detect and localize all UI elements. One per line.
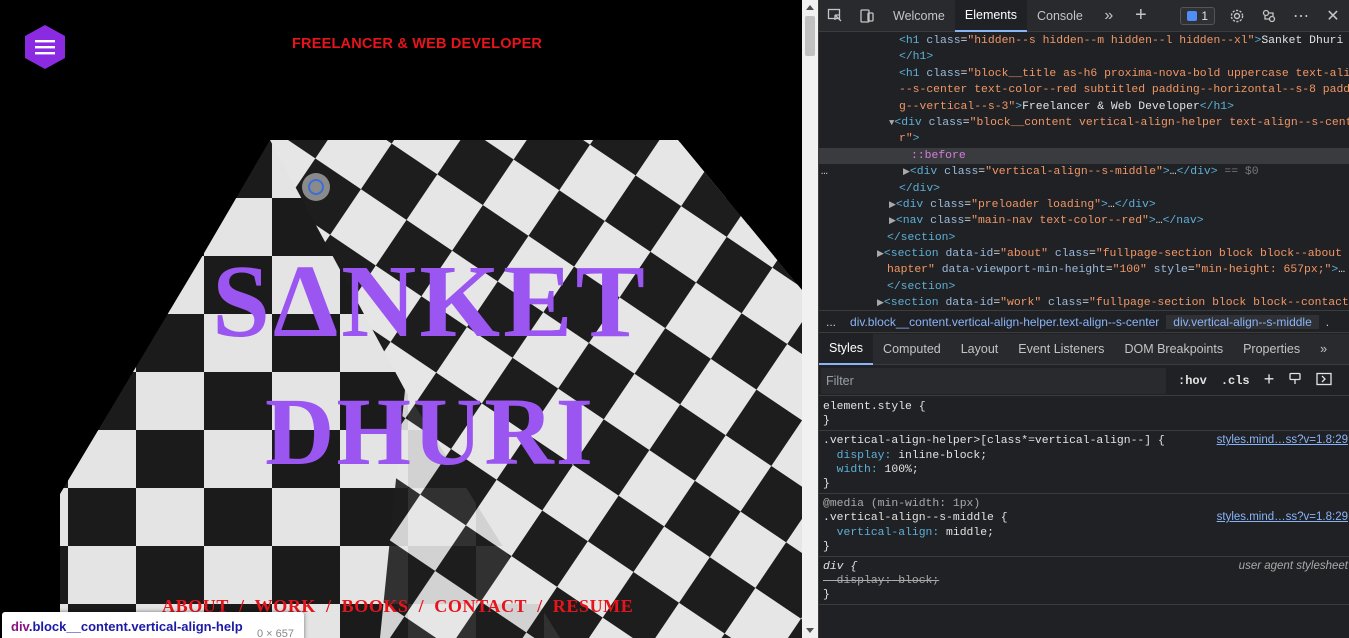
settings-icon[interactable]: [1221, 0, 1253, 32]
style-declaration[interactable]: display: inline-block;: [823, 449, 1346, 463]
dom-tree: <h1 class="hidden--s hidden--m hidden--l…: [819, 33, 1349, 310]
media-query: @media (min-width: 1px): [823, 498, 981, 511]
remote-icon[interactable]: [1253, 0, 1285, 32]
tooltip-class: .block__content.vertical-align-help: [28, 619, 243, 634]
tab-styles[interactable]: Styles: [819, 333, 874, 365]
hamburger-icon: [25, 25, 65, 69]
issues-count: 1: [1201, 9, 1208, 23]
page-scrollbar[interactable]: [802, 0, 818, 638]
style-rule[interactable]: element.style {}: [819, 397, 1349, 432]
rule-selector[interactable]: element.style {: [823, 400, 1346, 414]
more-menu-icon[interactable]: ⋯: [1285, 0, 1317, 32]
more-sub-tabs-icon[interactable]: »: [1310, 334, 1337, 365]
dom-node-line[interactable]: hapter" data-viewport-min-height="100" s…: [819, 262, 1349, 278]
style-declaration[interactable]: }: [823, 477, 1346, 491]
class-toggle[interactable]: .cls: [1221, 374, 1250, 388]
dom-node-line[interactable]: <h1 class="hidden--s hidden--m hidden--l…: [819, 33, 1349, 49]
tab-console[interactable]: Console: [1027, 0, 1093, 32]
tab-dom-breakpoints[interactable]: DOM Breakpoints: [1114, 334, 1233, 365]
dom-node-line[interactable]: ▶<div class="vertical-align--s-middle">……: [819, 164, 1349, 180]
style-rule[interactable]: div {user agent stylesheet display: bloc…: [819, 557, 1349, 606]
tab-computed[interactable]: Computed: [873, 334, 951, 365]
dom-node-line[interactable]: ::before: [819, 147, 1349, 165]
style-rule[interactable]: @media (min-width: 1px) .vertical-align--…: [819, 494, 1349, 557]
breadcrumb-more[interactable]: .: [1319, 315, 1336, 329]
tab-event-listeners[interactable]: Event Listeners: [1008, 334, 1114, 365]
name-line-1: SΔNKET: [212, 244, 648, 359]
style-declaration[interactable]: }: [823, 588, 1346, 602]
tooltip-tag: div: [11, 619, 29, 634]
dom-node-line[interactable]: ▶<nav class="main-nav text-color--red">……: [819, 213, 1349, 229]
tab-welcome[interactable]: Welcome: [883, 0, 955, 32]
dom-node-line[interactable]: r">: [819, 131, 1349, 147]
dom-node-line[interactable]: </h1>: [819, 49, 1349, 65]
style-declaration[interactable]: display: block;: [823, 574, 1346, 588]
tab-properties[interactable]: Properties: [1233, 334, 1310, 365]
style-declaration[interactable]: }: [823, 540, 1346, 554]
device-toggle-icon[interactable]: [851, 0, 883, 32]
dom-node-line[interactable]: ▼<div class="block__content vertical-ali…: [819, 115, 1349, 131]
breadcrumb-more[interactable]: ...: [819, 315, 843, 329]
styles-filter-input[interactable]: Filter: [821, 367, 1166, 394]
more-tabs-icon[interactable]: »: [1093, 0, 1125, 32]
breadcrumb-item[interactable]: div.block__content.vertical-align-helper…: [843, 315, 1166, 329]
scroll-down-icon[interactable]: [806, 628, 814, 633]
styles-pane: element.style {} .vertical-align-helper>[…: [819, 397, 1349, 638]
issues-badge[interactable]: 1: [1180, 7, 1215, 25]
rule-source-link[interactable]: styles.mind…ss?v=1.8:29: [1217, 511, 1348, 523]
node-actions-icon[interactable]: …: [821, 164, 828, 180]
nav-separator: /: [537, 596, 543, 616]
style-rule[interactable]: .vertical-align-helper>[class*=vertical-…: [819, 431, 1349, 495]
dom-node-line[interactable]: </div>: [819, 181, 1349, 197]
inspect-icon[interactable]: [819, 0, 851, 32]
loader-icon: [302, 173, 330, 201]
dom-node-line[interactable]: g--vertical--s-3">Freelancer & Web Devel…: [819, 99, 1349, 115]
scroll-thumb[interactable]: [805, 16, 815, 56]
dom-node-line[interactable]: ▶<section data-id="about" class="fullpag…: [819, 246, 1349, 262]
rule-source-label: user agent stylesheet: [1238, 559, 1348, 572]
style-declaration[interactable]: vertical-align: middle;: [823, 526, 1346, 540]
page-viewport: FREELANCER & WEB DEVELOPER SΔNKET DHURI …: [0, 0, 802, 638]
dom-node-line[interactable]: ▶<section data-id="work" class="fullpage…: [819, 295, 1349, 310]
tab-layout[interactable]: Layout: [951, 334, 1009, 365]
tab-elements[interactable]: Elements: [954, 0, 1027, 32]
dom-node-line[interactable]: --s-center text-color--red subtitled pad…: [819, 82, 1349, 98]
nav-books[interactable]: BOOKS: [342, 596, 409, 617]
nav-separator: /: [326, 596, 332, 616]
nav-contact[interactable]: CONTACT: [434, 596, 527, 617]
dom-node-line[interactable]: ▶<div class="preloader loading">…</div>: [819, 197, 1349, 213]
breadcrumb-item-current[interactable]: div.vertical-align--s-middle: [1166, 314, 1319, 329]
tooltip-size: 0 × 657: [256, 628, 294, 638]
sidebar-tabs: Styles Computed Layout Event Listeners D…: [819, 333, 1349, 365]
sidebar-toggle-icon[interactable]: [1316, 372, 1333, 390]
dom-node-line[interactable]: <h1 class="block__title as-h6 proxima-no…: [819, 66, 1349, 82]
devtools-panel: Welcome Elements Console » + 1 ⋯ ✕ <h1 c…: [818, 0, 1349, 638]
inspect-tooltip: div.block__content.vertical-align-help 0…: [2, 612, 304, 638]
hover-state-toggle[interactable]: :hov: [1178, 374, 1207, 388]
subtitle-heading: FREELANCER & WEB DEVELOPER: [292, 36, 543, 52]
styles-filter-bar: Filter :hov .cls +: [819, 366, 1349, 396]
name-line-2: DHURI: [264, 378, 595, 485]
style-declaration[interactable]: width: 100%;: [823, 463, 1346, 477]
new-tab-icon[interactable]: +: [1125, 0, 1157, 32]
scroll-up-icon[interactable]: [806, 5, 814, 10]
nav-separator: /: [418, 596, 425, 616]
rule-source-link[interactable]: styles.mind…ss?v=1.8:29: [1217, 434, 1348, 446]
computed-styles-icon[interactable]: [1288, 372, 1302, 390]
new-rule-icon[interactable]: +: [1264, 371, 1275, 391]
nav-resume[interactable]: RESUME: [553, 596, 634, 617]
breadcrumb: ... div.block__content.vertical-align-he…: [819, 310, 1349, 333]
style-declaration[interactable]: }: [823, 414, 1346, 428]
close-icon[interactable]: ✕: [1317, 0, 1349, 32]
devtools-toolbar: Welcome Elements Console » + 1 ⋯ ✕: [819, 0, 1349, 32]
menu-button[interactable]: [24, 24, 66, 70]
dom-node-line[interactable]: </section>: [819, 279, 1349, 295]
issues-icon: [1187, 11, 1198, 21]
dom-node-line[interactable]: </section>: [819, 230, 1349, 246]
